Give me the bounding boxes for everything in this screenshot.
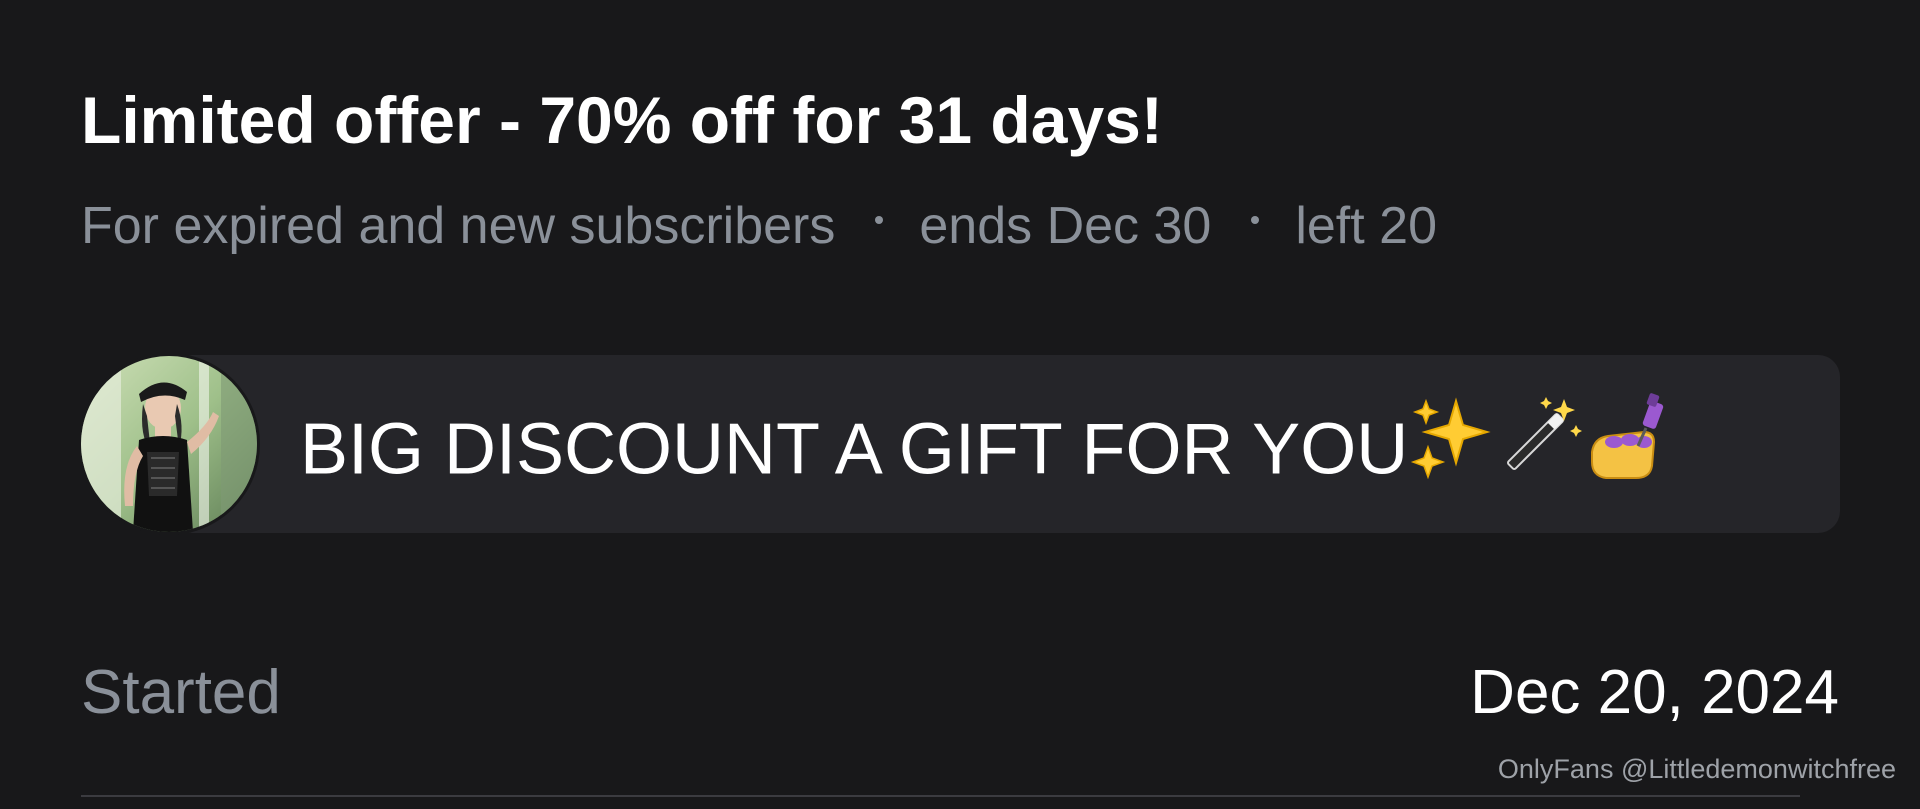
divider: [81, 795, 1800, 797]
offer-audience: For expired and new subscribers: [81, 197, 836, 255]
sparkles-icon: [1408, 395, 1494, 502]
started-date: Dec 20, 2024: [1470, 658, 1839, 727]
avatar-image: [81, 356, 257, 532]
offer-remaining: left 20: [1295, 197, 1437, 255]
offer-end-date: ends Dec 30: [919, 197, 1212, 255]
magic-wand-icon: [1494, 395, 1584, 502]
promo-message: BIG DISCOUNT A GIFT FOR YOU: [300, 409, 1409, 490]
offer-card: Limited offer - 70% off for 31 days! For…: [0, 0, 1920, 809]
separator-dot: [875, 216, 884, 224]
promo-text: BIG DISCOUNT A GIFT FOR YOU: [300, 393, 1680, 511]
avatar[interactable]: [81, 356, 257, 532]
offer-meta: For expired and new subscribers ends Dec…: [81, 196, 1437, 256]
watermark: OnlyFans @Littledemonwitchfree: [1497, 754, 1896, 784]
nail-polish-icon: [1584, 392, 1680, 505]
offer-title: Limited offer - 70% off for 31 days!: [81, 83, 1163, 157]
separator-dot: [1251, 216, 1260, 224]
started-label: Started: [81, 658, 281, 727]
